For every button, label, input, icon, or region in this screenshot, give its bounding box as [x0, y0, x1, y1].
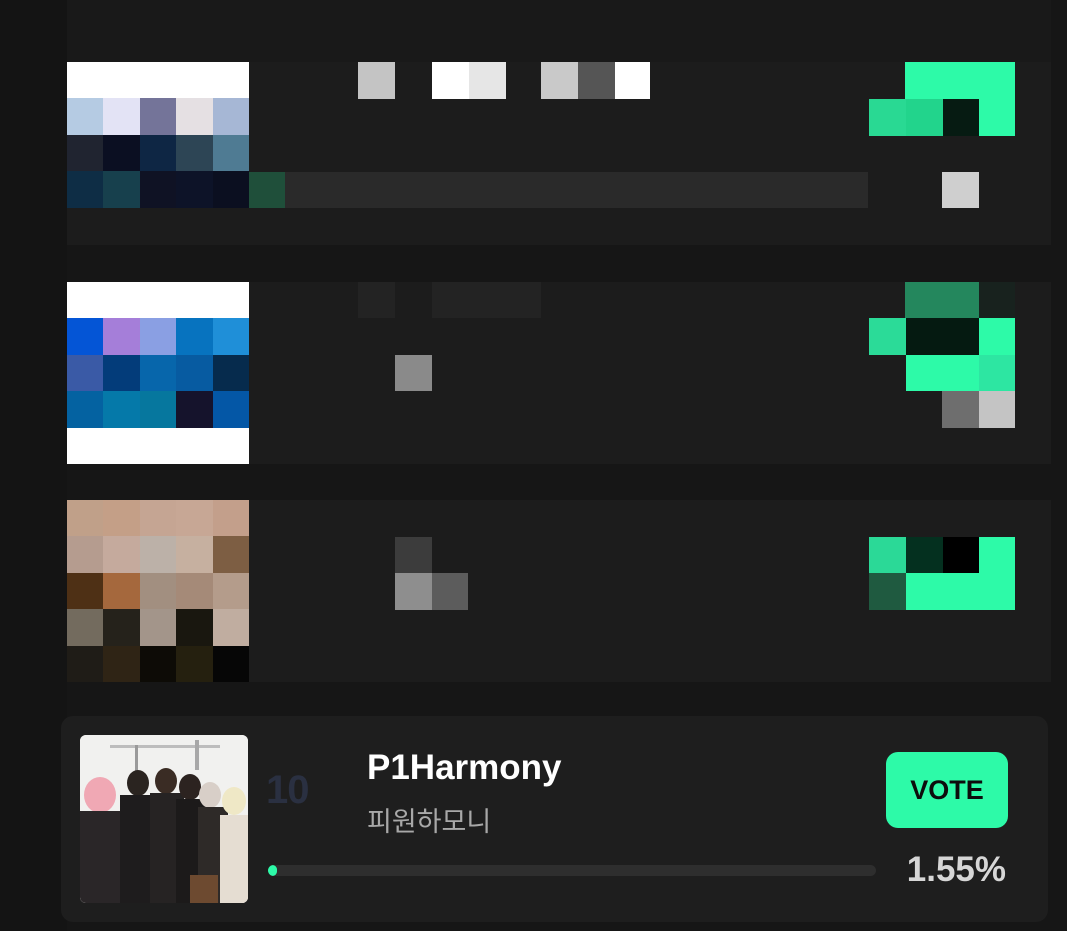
- artist-photo: [80, 735, 248, 903]
- vote-progress-bar: [268, 865, 876, 876]
- list-item-blurred[interactable]: [67, 500, 1051, 682]
- list-item-blurred[interactable]: [67, 282, 1051, 464]
- artist-thumbnail-blurred: [67, 282, 249, 464]
- artist-thumbnail-blurred: [67, 62, 249, 244]
- group-photo-image: [80, 735, 248, 903]
- left-gutter: [0, 0, 67, 931]
- list-item-p1harmony[interactable]: 10 P1Harmony 피원하모니 VOTE 1.55%: [61, 716, 1048, 922]
- rank-number: 10: [266, 768, 309, 812]
- vote-progress-fill: [268, 865, 278, 876]
- vote-button[interactable]: VOTE: [886, 752, 1008, 828]
- list-item-blurred[interactable]: [67, 0, 1051, 245]
- artist-name: P1Harmony: [367, 748, 562, 787]
- vote-percentage: 1.55%: [906, 850, 1006, 889]
- artist-thumbnail-blurred: [67, 500, 249, 682]
- artist-korean-name: 피원하모니: [367, 807, 492, 838]
